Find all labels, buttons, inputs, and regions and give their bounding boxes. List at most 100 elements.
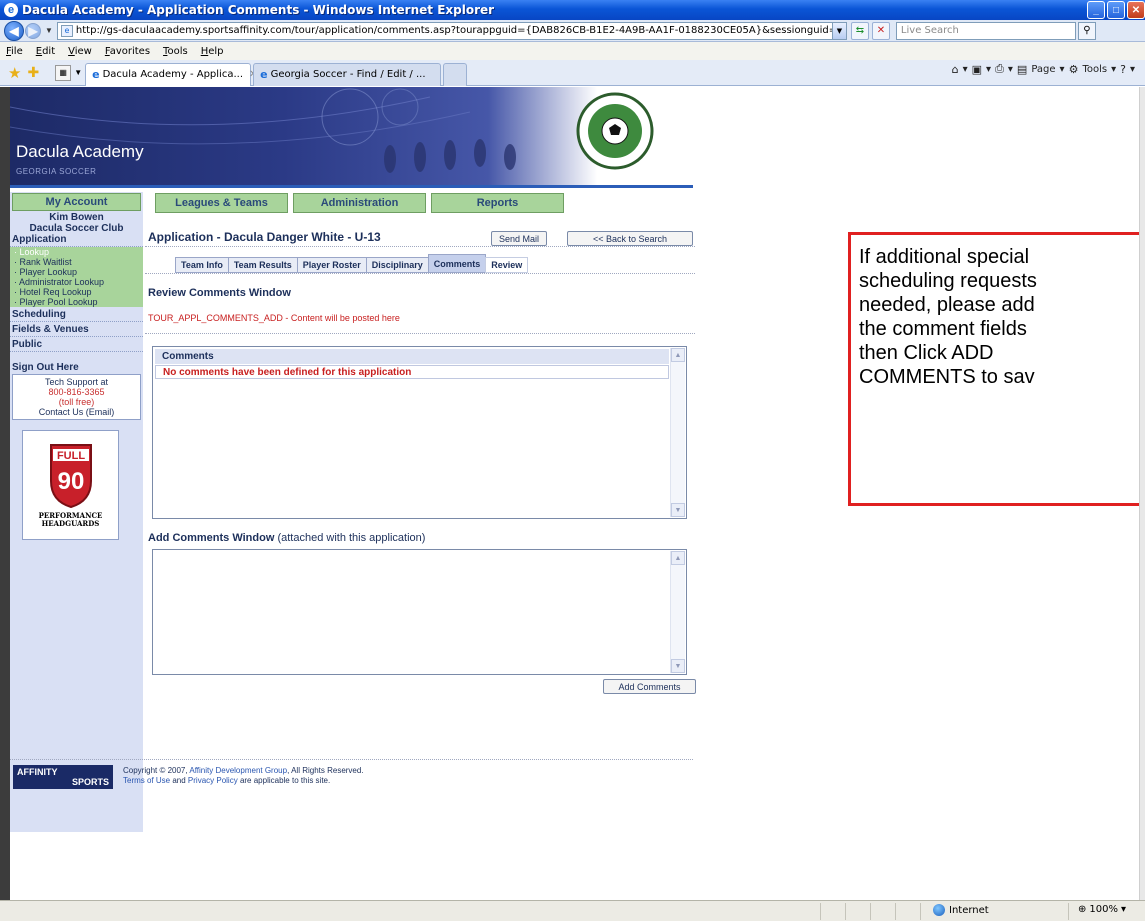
sidebar-item-lookup[interactable]: · Lookup [10,247,143,257]
tabs-divider [145,273,695,274]
menu-tools[interactable]: Tools [163,46,188,57]
terms-and: and [170,776,188,785]
ad-full-text: FULL [56,450,84,462]
scroll-up-icon[interactable]: ▲ [671,551,685,565]
page-title: Application - Dacula Danger White - U-13 [148,230,381,244]
menu-file[interactable]: File [6,46,23,57]
tab-review[interactable]: Review [485,257,529,273]
browser-tab-dacula[interactable]: e Dacula Academy - Applica... ✕ [85,62,257,86]
tab-team-info[interactable]: Team Info [175,257,229,273]
add-comments-textarea[interactable]: ▲ ▼ [152,549,687,675]
nav-administration[interactable]: Administration [293,193,426,213]
menu-view[interactable]: View [68,46,92,57]
menu-favorites[interactable]: Favorites [105,46,150,57]
copyright-pre: Copyright © 2007, [123,766,190,775]
my-account-button[interactable]: My Account [12,193,141,211]
add-comments-scrollbar[interactable]: ▲ ▼ [670,551,685,673]
address-bar[interactable]: e http://gs-daculaacademy.sportsaffinity… [56,21,847,40]
browser-tab-label: Georgia Soccer - Find / Edit / ... [270,69,426,80]
nav-reports[interactable]: Reports [431,193,564,213]
live-search-input[interactable]: Live Search [895,21,1076,40]
privacy-link[interactable]: Privacy Policy [188,776,238,785]
add-comments-button[interactable]: Add Comments [603,679,696,694]
quick-tabs-icon[interactable]: ▦ [55,64,72,81]
globe-icon [933,904,945,916]
site-name: Dacula Academy [16,142,144,161]
forward-button[interactable]: ▶ [25,22,41,39]
company-link[interactable]: Affinity Development Group [189,766,287,775]
help-icon[interactable]: ? [1120,63,1126,76]
tech-support-label: Tech Support at [44,377,109,387]
sidebar-item-administrator-lookup[interactable]: · Administrator Lookup [10,277,143,287]
address-url[interactable]: http://gs-daculaacademy.sportsaffinity.c… [76,25,832,36]
comments-scrollbar[interactable]: ▲ ▼ [670,348,685,517]
no-comments-message: No comments have been defined for this a… [155,365,669,379]
sidebar-item-player-pool-lookup[interactable]: · Player Pool Lookup [10,297,143,307]
nav-leagues-teams[interactable]: Leagues & Teams [155,193,288,213]
scroll-up-icon[interactable]: ▲ [671,348,685,362]
tab-team-results[interactable]: Team Results [227,257,298,273]
terms-link[interactable]: Terms of Use [123,776,170,785]
zoom-icon: ⊕ [1078,904,1087,915]
affinity-sports-logo[interactable]: AFFINITY SPORTS [13,765,113,789]
feeds-icon[interactable]: ▣ [972,63,982,76]
zoom-control[interactable]: ⊕ 100% ▾ [1078,904,1126,915]
command-bar: ⌂ ▾ ▣ ▾ ⎙ ▾ ▤ Page ▾ ⚙ Tools ▾ ? ▾ [951,62,1135,76]
full90-shield-icon: FULL 90 [49,443,92,508]
tools-gear-icon: ⚙ [1068,62,1079,76]
minimize-button[interactable]: _ [1087,1,1105,19]
recent-pages-dropdown[interactable]: ▼ [45,26,53,35]
sidebar-item-rank-waitlist[interactable]: · Rank Waitlist [10,257,143,267]
page-menu[interactable]: Page [1031,64,1055,75]
content-placeholder-message: TOUR_APPL_COMMENTS_ADD - Content will be… [148,313,400,323]
ie-logo-icon: e [4,3,18,17]
menu-edit[interactable]: Edit [36,46,55,57]
contact-us-link[interactable]: Contact Us (Email) [13,407,140,417]
favorites-center-icon[interactable]: ★ [8,64,21,82]
add-favorites-icon[interactable]: ✚ [27,64,39,81]
send-mail-button[interactable]: Send Mail [491,231,547,246]
page-viewport: Dacula Academy GEORGIA SOCCER Leagues & … [0,87,1145,900]
close-window-button[interactable]: ✕ [1127,1,1145,19]
tab-disciplinary[interactable]: Disciplinary [365,257,429,273]
club-name: Dacula Soccer Club [29,223,124,234]
print-icon[interactable]: ⎙ [995,62,1004,76]
address-toolbar: ◀ ▶ ▼ e http://gs-daculaacademy.sportsaf… [0,20,1145,42]
scroll-down-icon[interactable]: ▼ [671,659,685,673]
tools-menu[interactable]: Tools [1082,64,1107,75]
instruction-callout: If additional special scheduling request… [848,232,1145,506]
sidebar-section-application[interactable]: Application [10,234,143,247]
zoom-dropdown-icon[interactable]: ▾ [1121,904,1126,915]
zone-label: Internet [949,904,989,916]
window-titlebar: e Dacula Academy - Application Comments … [0,0,1145,20]
address-dropdown-icon[interactable]: ▼ [831,22,846,39]
refresh-icon[interactable]: ⇆ [850,21,869,40]
page-icon: e [60,24,73,37]
maximize-button[interactable]: □ [1107,1,1125,19]
browser-tab-georgia-soccer[interactable]: e Georgia Soccer - Find / Edit / ... [253,62,442,86]
comments-list[interactable]: Comments No comments have been defined f… [152,346,687,519]
sidebar-item-hotel-req-lookup[interactable]: · Hotel Req Lookup [10,287,143,297]
home-icon[interactable]: ⌂ [952,63,959,76]
site-banner: Dacula Academy GEORGIA SOCCER [10,87,693,185]
sidebar-section-scheduling[interactable]: Scheduling [10,309,143,322]
browser-tab-row: ★ ✚ ▦ ▼ e Dacula Academy - Applica... ✕ … [0,60,1145,86]
sidebar-section-public[interactable]: Public [10,339,143,352]
back-button[interactable]: ◀ [4,20,24,41]
back-to-search-button[interactable]: << Back to Search [567,231,693,246]
new-tab-button[interactable] [443,62,468,86]
tab-comments[interactable]: Comments [427,254,487,273]
tab-player-roster[interactable]: Player Roster [296,257,367,273]
scroll-down-icon[interactable]: ▼ [671,503,685,517]
sign-out-link[interactable]: Sign Out Here [10,362,143,374]
full90-ad[interactable]: FULL 90 PERFORMANCE HEADGUARDS [22,430,119,540]
stop-icon[interactable]: ✕ [871,21,890,40]
tab-list-dropdown-icon[interactable]: ▼ [74,68,82,77]
search-icon[interactable]: ⚲ [1077,21,1096,40]
page-scrollbar[interactable] [1139,87,1145,900]
security-zone[interactable]: Internet [933,904,989,916]
sidebar-section-fields-venues[interactable]: Fields & Venues [10,324,143,337]
club-logo-icon [576,92,654,170]
menu-help[interactable]: Help [201,46,224,57]
sidebar-item-player-lookup[interactable]: · Player Lookup [10,267,143,277]
